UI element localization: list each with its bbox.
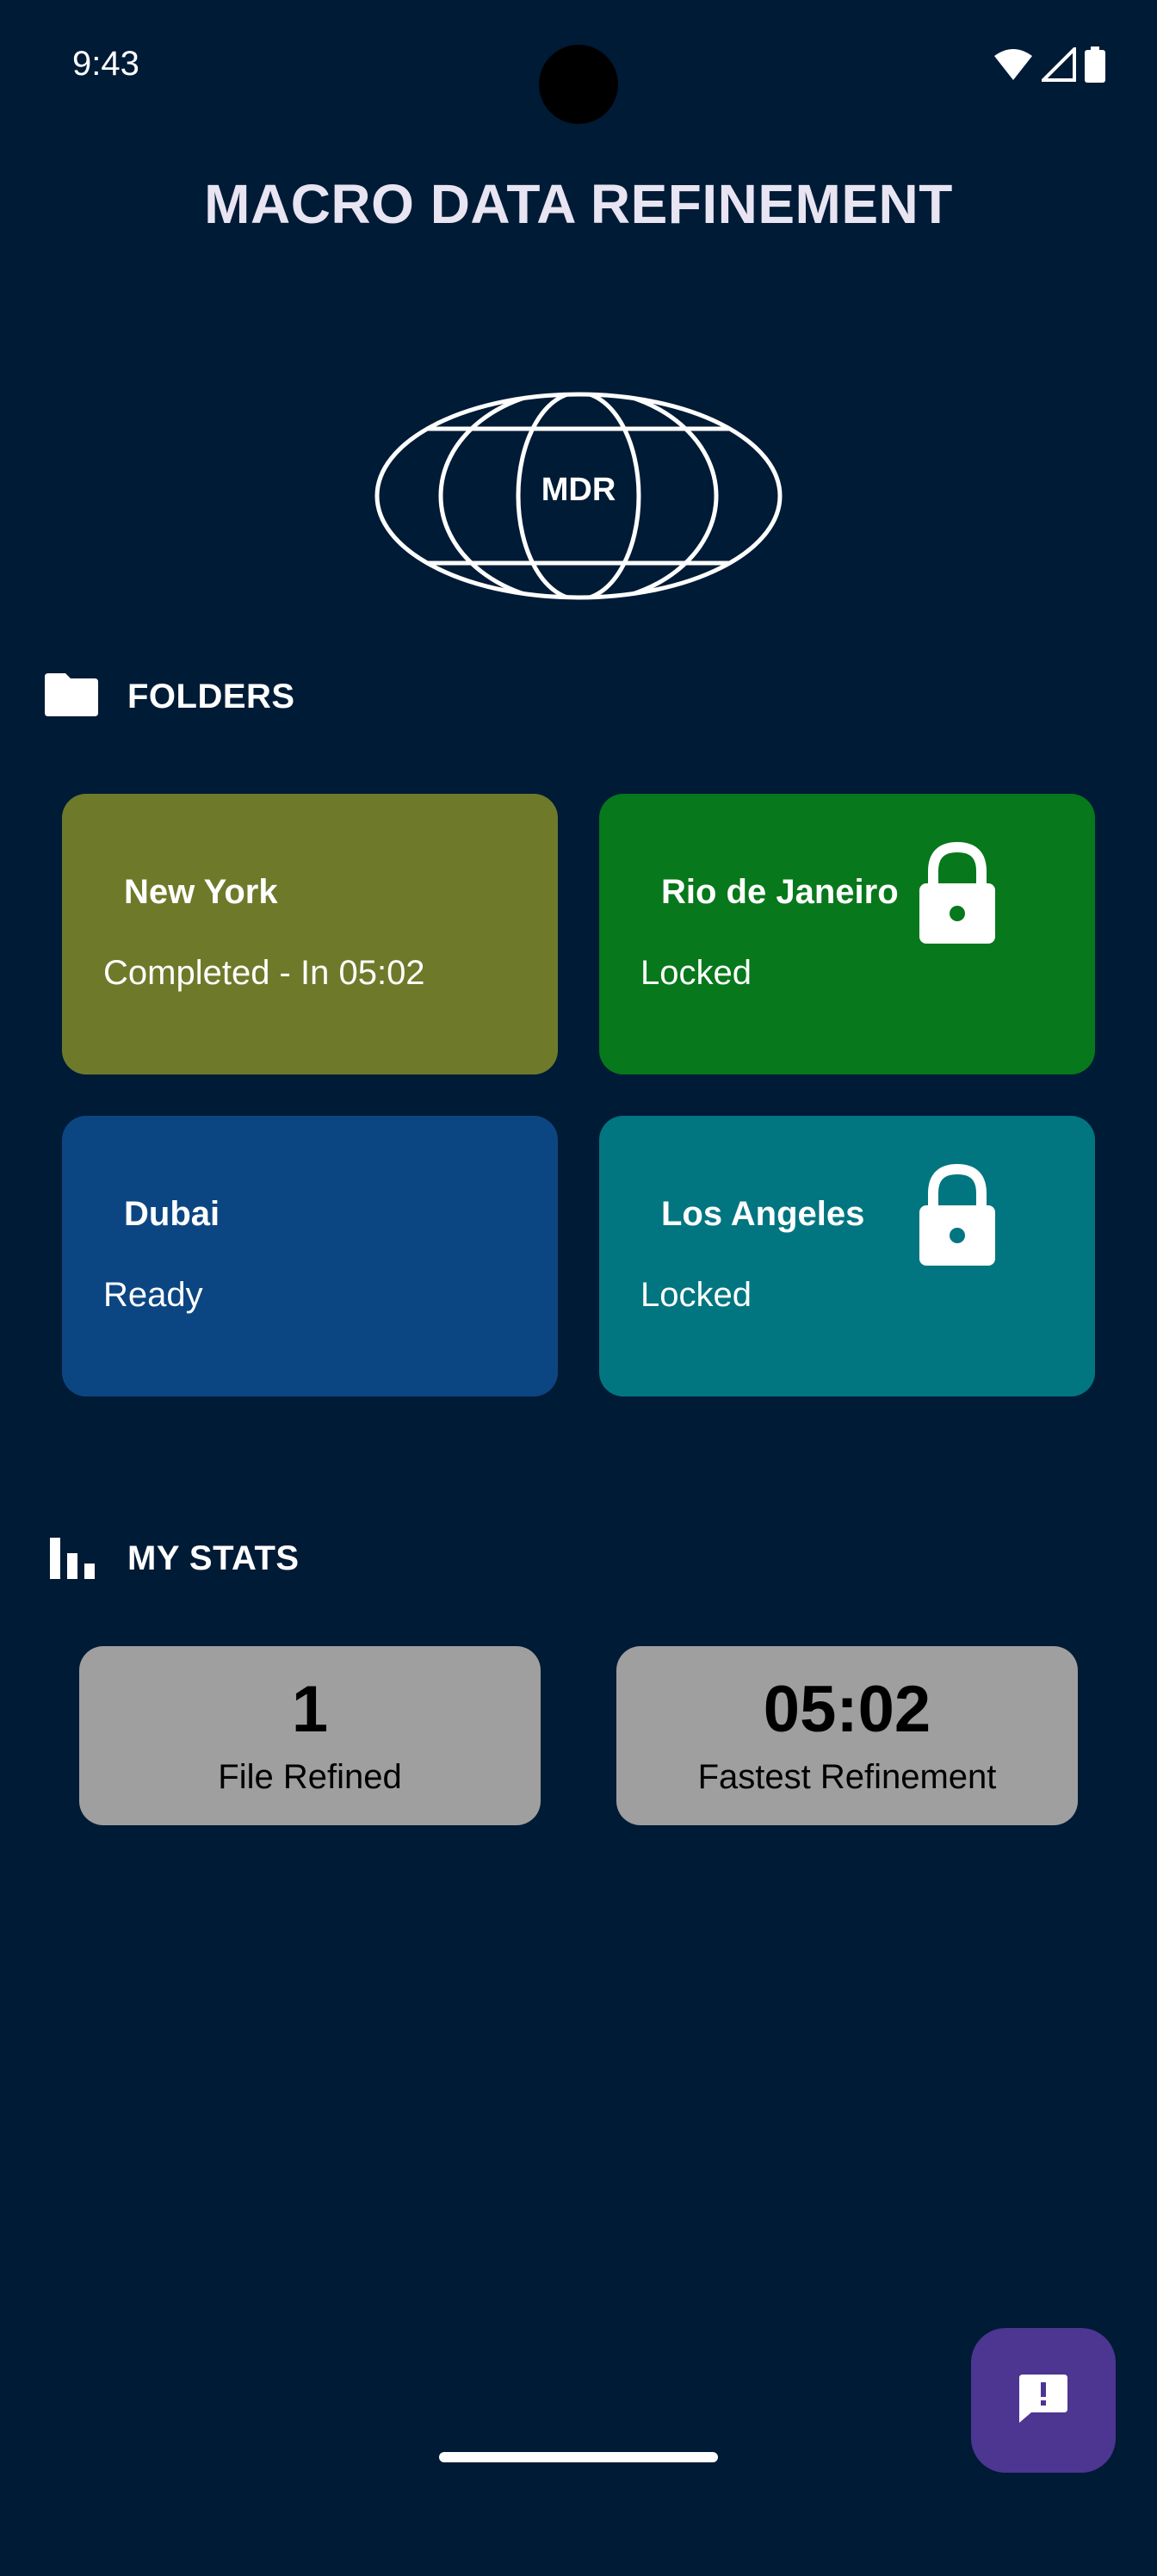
folder-card-los-angeles[interactable]: Los Angeles Locked (599, 1116, 1095, 1396)
globe-logo-icon: MDR (372, 389, 785, 603)
bar-chart-icon (45, 1534, 98, 1583)
app-screen: 9:43 MACRO DATA REFINEMENT MDR FOLDERS N… (0, 0, 1157, 2576)
stat-card-fastest-refinement: 05:02 Fastest Refinement (616, 1646, 1078, 1825)
folder-card-rio-de-janeiro[interactable]: Rio de Janeiro Locked (599, 794, 1095, 1074)
logo-text: MDR (541, 472, 616, 508)
folder-status: Ready (103, 1276, 203, 1314)
lock-icon (909, 840, 1005, 947)
folder-status: Completed - In 05:02 (103, 954, 425, 992)
folder-name: Rio de Janeiro (661, 873, 899, 911)
folder-name: New York (124, 873, 278, 911)
folder-status: Locked (640, 954, 752, 992)
lock-icon (909, 1162, 1005, 1269)
feedback-fab-button[interactable] (971, 2328, 1116, 2473)
wifi-icon (993, 47, 1033, 86)
stat-value: 05:02 (763, 1673, 931, 1746)
stats-header: MY STATS (45, 1534, 300, 1583)
home-indicator[interactable] (439, 2452, 718, 2462)
folder-card-new-york[interactable]: New York Completed - In 05:02 (62, 794, 558, 1074)
cellular-signal-icon (1039, 45, 1076, 86)
folders-label: FOLDERS (127, 678, 295, 715)
folders-header: FOLDERS (45, 673, 295, 721)
folder-name: Los Angeles (661, 1195, 865, 1233)
folder-card-dubai[interactable]: Dubai Ready (62, 1116, 558, 1396)
page-title: MACRO DATA REFINEMENT (204, 173, 953, 235)
stat-value: 1 (291, 1673, 329, 1746)
feedback-icon (1016, 2371, 1071, 2430)
stat-label: File Refined (218, 1758, 402, 1796)
camera-cutout (539, 45, 618, 124)
stats-label: MY STATS (127, 1539, 300, 1577)
status-icons (993, 45, 1105, 87)
stat-label: Fastest Refinement (697, 1758, 997, 1796)
stat-card-files-refined: 1 File Refined (79, 1646, 541, 1825)
folder-icon (45, 673, 98, 721)
battery-icon (1085, 46, 1105, 87)
folder-status: Locked (640, 1276, 752, 1314)
status-time: 9:43 (72, 45, 139, 83)
folder-name: Dubai (124, 1195, 220, 1233)
